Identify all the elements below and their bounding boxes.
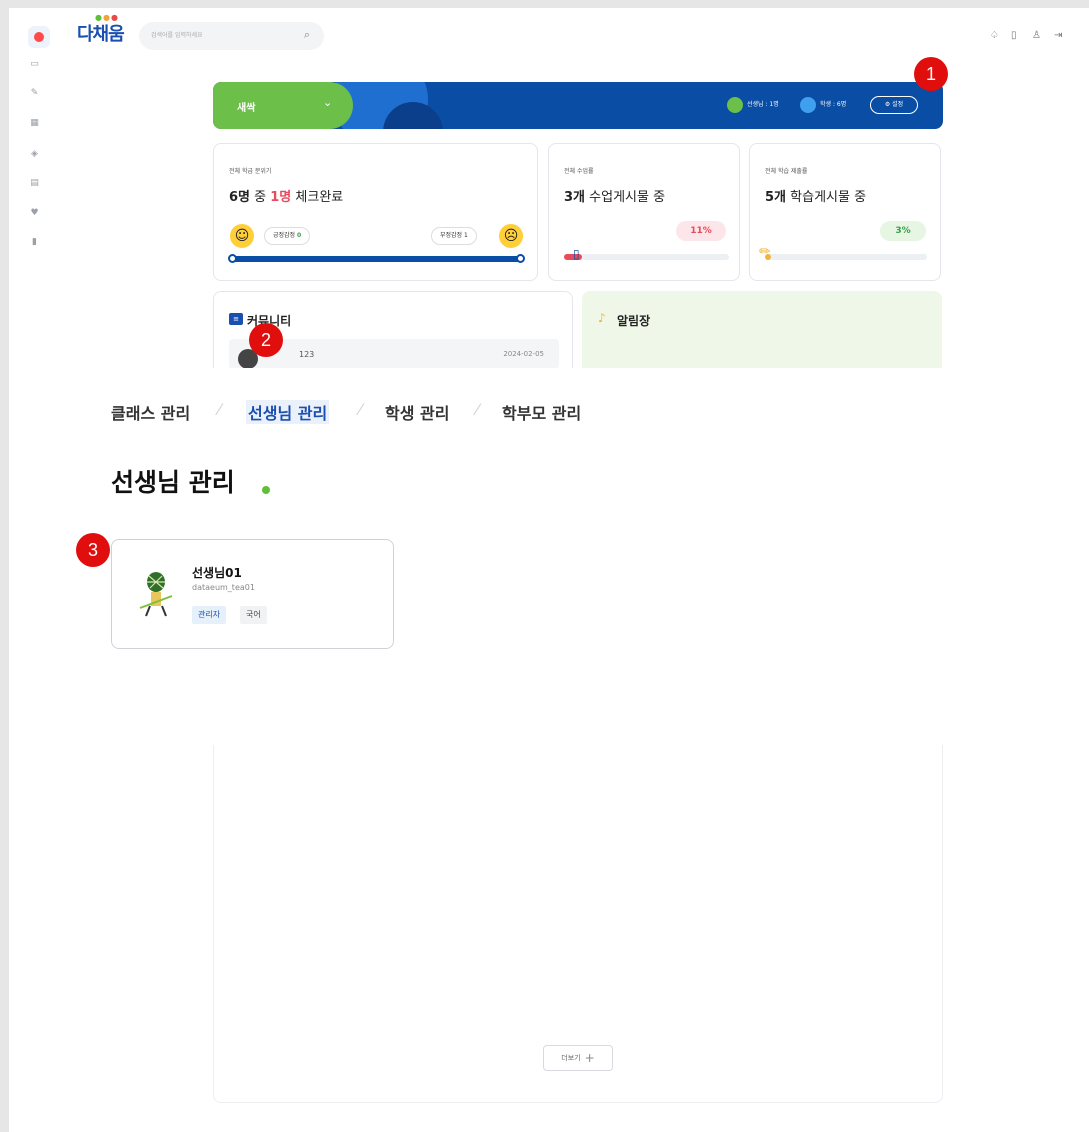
logout-icon[interactable]: ⇥	[1054, 30, 1062, 41]
cap-icon[interactable]: ◈	[29, 149, 40, 160]
lesson-label: 전체 수업률	[564, 168, 594, 175]
breadcrumb-separator: ⁄	[359, 400, 362, 419]
study-card: 전체 학습 제출률 5개 학습게시물 중 3% ✏	[749, 143, 941, 281]
bell-icon[interactable]: ♤	[990, 30, 999, 41]
pencil-icon: ✏	[759, 244, 771, 260]
annotation-marker-1: 1	[914, 57, 948, 91]
positive-tag: 긍정감정 0	[264, 227, 311, 245]
class-name: 새싹	[237, 103, 256, 114]
breadcrumb-separator: ⁄	[218, 400, 221, 419]
settings-button[interactable]: ⚙ 설정	[870, 96, 918, 114]
app-logo[interactable]: 다채움 ●●●	[77, 13, 125, 46]
search-icon[interactable]: ⌕	[304, 28, 310, 42]
user-icon[interactable]: ♙	[1032, 30, 1041, 41]
mood-bar	[231, 256, 523, 262]
more-button[interactable]: 더보기 +	[543, 1045, 613, 1071]
home-icon[interactable]	[28, 26, 50, 48]
title-dot	[262, 486, 270, 494]
lesson-percent: 11%	[676, 221, 726, 241]
mood-summary: 6명 중 1명 체크완료	[229, 190, 344, 205]
lesson-track	[564, 254, 729, 260]
community-item-text: 123	[299, 350, 315, 359]
community-item-date: 2024-02-05	[503, 350, 544, 358]
search-placeholder: 검색어를 입력하세요	[151, 32, 203, 39]
teacher-count: 선생님 : 1명	[727, 96, 779, 114]
notice-card[interactable]: ♪ 알림장	[582, 291, 942, 368]
mood-knob-left	[228, 254, 237, 263]
notice-title: 알림장	[617, 314, 651, 328]
smile-icon: ☺	[230, 224, 254, 248]
gear-icon: ⚙	[884, 101, 891, 108]
pen-icon[interactable]: ✎	[29, 88, 40, 99]
mood-knob-right	[516, 254, 525, 263]
tab-parent-management[interactable]: 학부모 관리	[502, 400, 581, 424]
annotation-marker-2: 2	[249, 323, 283, 357]
annotation-marker-3: 3	[76, 533, 110, 567]
board-icon[interactable]: ▭	[29, 59, 40, 70]
bookmark-icon[interactable]: ▯	[1011, 30, 1017, 41]
window-frame-left	[0, 0, 9, 1132]
lesson-card: 전체 수업률 3개 수업게시물 중 11% ▯	[548, 143, 740, 281]
tab-teacher-management[interactable]: 선생님 관리	[246, 400, 330, 424]
sidebar: ▭ ✎ ▦ ◈ ▤ ♥ ▮	[9, 8, 57, 1132]
study-percent: 3%	[880, 221, 926, 241]
search-bar[interactable]: 검색어를 입력하세요 ⌕	[139, 22, 324, 50]
class-selector[interactable]: 새싹 ⌄	[213, 82, 353, 129]
page-title: 선생님 관리	[111, 468, 235, 497]
lesson-summary: 3개 수업게시물 중	[564, 190, 666, 205]
chevron-down-icon: ⌄	[323, 96, 333, 109]
chat-icon: ≡	[229, 313, 243, 325]
negative-tag: 부정감정 1	[431, 227, 477, 245]
bell-icon: ♪	[598, 311, 606, 325]
teacher-name: 선생님01	[192, 566, 242, 580]
class-banner: 새싹 ⌄ 선생님 : 1명 학생 : 6명 ⚙ 설정	[213, 82, 943, 129]
study-summary: 5개 학습게시물 중	[765, 190, 867, 205]
student-count: 학생 : 6명	[800, 96, 846, 114]
teacher-card[interactable]: 선생님01 dataeum_tea01 관리자 국어	[111, 539, 394, 649]
document-icon[interactable]: ▤	[29, 178, 40, 189]
tab-student-management[interactable]: 학생 관리	[385, 400, 449, 424]
sad-icon: ☹	[499, 224, 523, 248]
study-label: 전체 학습 제출률	[765, 168, 808, 175]
window-frame-top	[0, 0, 1089, 8]
student-icon	[800, 96, 816, 113]
book-icon: ▯	[573, 247, 580, 261]
plus-icon: +	[584, 1051, 595, 1065]
mood-card: 전체 학급 분위기 6명 중 1명 체크완료 ☺ 긍정감정 0 부정감정 1 ☹	[213, 143, 538, 281]
role-badge: 관리자	[192, 606, 227, 624]
header-icons: ♤ ▯ ♙ ⇥	[990, 30, 1070, 44]
teacher-id: dataeum_tea01	[192, 583, 255, 592]
study-track	[765, 254, 927, 260]
breadcrumb-separator: ⁄	[476, 400, 479, 419]
book-icon[interactable]: ▮	[29, 237, 40, 248]
class-dashboard: 새싹 ⌄ 선생님 : 1명 학생 : 6명 ⚙ 설정 전체 학급 분위기 6명 …	[213, 82, 943, 368]
calendar-icon[interactable]: ▦	[29, 118, 40, 129]
subject-badge: 국어	[240, 606, 267, 624]
mood-label: 전체 학급 분위기	[229, 168, 272, 175]
tab-class-management[interactable]: 클래스 관리	[111, 400, 190, 424]
teacher-avatar	[139, 572, 173, 617]
teacher-icon	[727, 96, 743, 113]
heart-icon[interactable]: ♥	[29, 208, 40, 219]
